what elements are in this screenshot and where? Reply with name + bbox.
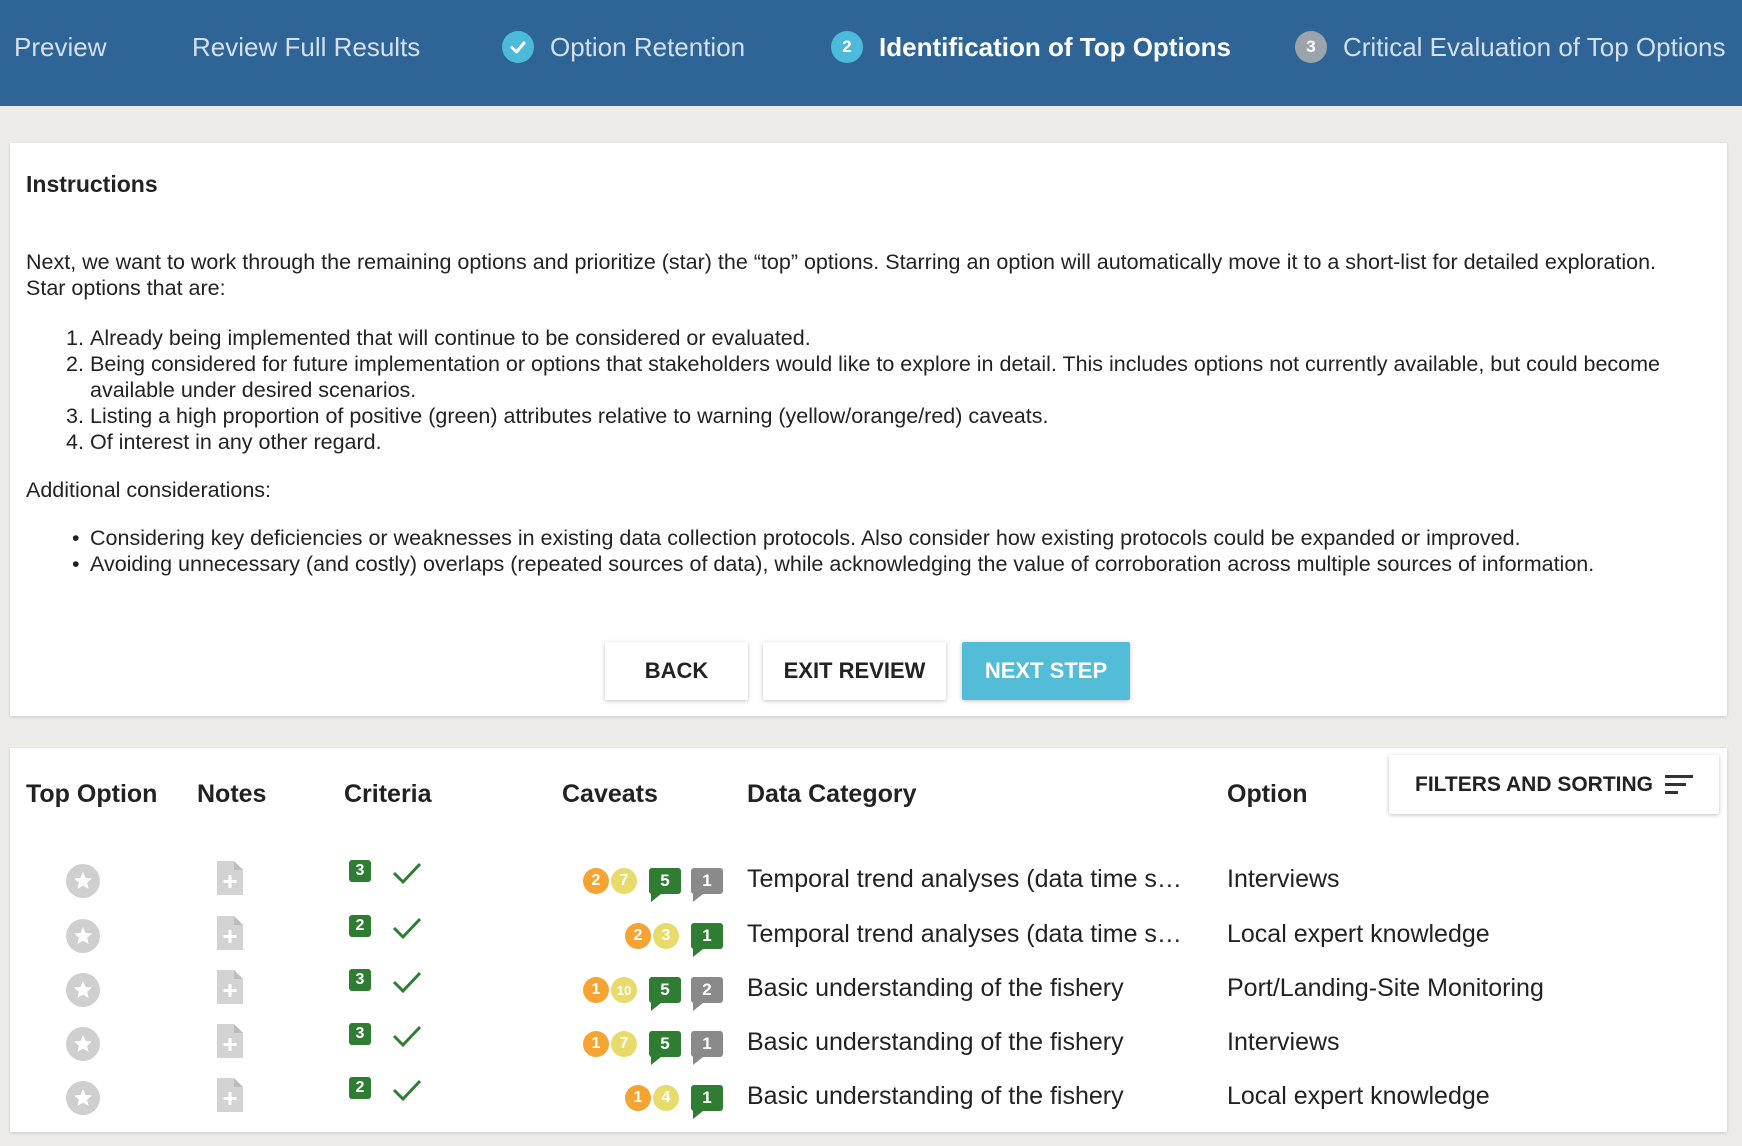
sort-icon bbox=[1665, 775, 1693, 795]
instructions-intro: Next, we want to work through the remain… bbox=[26, 250, 1657, 300]
caveats-group: 2 3 1 bbox=[625, 921, 723, 957]
criteria-count-badge: 3 bbox=[349, 969, 371, 991]
option-cell: Port/Landing-Site Monitoring bbox=[1227, 974, 1544, 1002]
column-header-caveats[interactable]: Caveats bbox=[562, 780, 658, 809]
column-header-data-category[interactable]: Data Category bbox=[747, 780, 917, 809]
star-icon[interactable] bbox=[66, 973, 100, 1007]
list-item: 2. Being considered for future implementa… bbox=[66, 352, 1661, 402]
data-category-cell: Basic understanding of the fishery bbox=[747, 974, 1124, 1002]
option-cell: Local expert knowledge bbox=[1227, 1082, 1490, 1110]
check-icon bbox=[392, 971, 422, 994]
list-item: 4. Of interest in any other regard. bbox=[66, 430, 382, 454]
positive-comment-count: 5 bbox=[649, 868, 681, 902]
caveat-orange-count: 2 bbox=[625, 923, 651, 949]
step-label: Preview bbox=[14, 31, 107, 62]
step-preview[interactable]: Preview bbox=[14, 0, 106, 94]
list-item: • Avoiding unnecessary (and costly) overl… bbox=[72, 552, 1595, 576]
step-label: Critical Evaluation of Top Options bbox=[1343, 31, 1726, 62]
additional-considerations-title: Additional considerations: bbox=[26, 478, 272, 502]
check-icon bbox=[502, 31, 534, 63]
filters-and-sorting-button[interactable]: FILTERS AND SORTING bbox=[1389, 755, 1719, 814]
column-header-notes[interactable]: Notes bbox=[197, 780, 266, 809]
option-cell: Local expert knowledge bbox=[1227, 920, 1490, 948]
column-header-top-option[interactable]: Top Option bbox=[26, 780, 157, 809]
check-icon bbox=[392, 1079, 422, 1102]
data-category-cell: Temporal trend analyses (data time s… bbox=[747, 920, 1182, 948]
positive-comment-count: 5 bbox=[649, 977, 681, 1011]
table-row: 3 1 10 5 2 Basic understanding of the fi… bbox=[10, 964, 1727, 1018]
caveat-orange-count: 1 bbox=[625, 1085, 651, 1111]
table-row: 3 1 7 5 1 Basic understanding of the fis… bbox=[10, 1018, 1727, 1072]
step-option-retention[interactable]: Option Retention bbox=[502, 0, 745, 94]
step-label: Review Full Results bbox=[192, 31, 421, 62]
positive-comment-count: 1 bbox=[691, 923, 723, 957]
list-item: 3. Listing a high proportion of positive … bbox=[66, 404, 1049, 428]
step-identification-of-top-options[interactable]: 2 Identification of Top Options bbox=[831, 0, 1231, 94]
caveat-yellow-count: 7 bbox=[611, 1031, 637, 1057]
step-label: Identification of Top Options bbox=[879, 31, 1231, 62]
neutral-comment-count: 2 bbox=[691, 977, 723, 1011]
list-item: • Considering key deficiencies or weaknes… bbox=[72, 526, 1521, 550]
caveats-group: 1 7 5 1 bbox=[583, 1029, 723, 1065]
caveat-yellow-count: 10 bbox=[611, 977, 637, 1003]
data-category-cell: Temporal trend analyses (data time s… bbox=[747, 865, 1182, 893]
star-icon[interactable] bbox=[66, 1081, 100, 1115]
step-critical-evaluation[interactable]: 3 Critical Evaluation of Top Options bbox=[1295, 0, 1726, 94]
caveat-orange-count: 1 bbox=[583, 977, 609, 1003]
criteria-count-badge: 2 bbox=[349, 915, 371, 937]
add-note-icon[interactable] bbox=[217, 916, 243, 950]
next-step-button[interactable]: NEXT STEP bbox=[962, 642, 1130, 700]
table-row: 3 2 7 5 1 Temporal trend analyses (data … bbox=[10, 855, 1727, 909]
criteria-count-badge: 2 bbox=[349, 1077, 371, 1099]
table-row: 2 1 4 1 Basic understanding of the fishe… bbox=[10, 1072, 1727, 1126]
caveats-group: 2 7 5 1 bbox=[583, 866, 723, 902]
star-icon[interactable] bbox=[66, 864, 100, 898]
instructions-numbered-list: 1. Already being implemented that will co… bbox=[26, 325, 1686, 455]
check-icon bbox=[392, 1025, 422, 1048]
step-label: Option Retention bbox=[550, 31, 746, 62]
caveat-yellow-count: 4 bbox=[653, 1085, 679, 1111]
additional-considerations-list: • Considering key deficiencies or weaknes… bbox=[26, 525, 1706, 577]
option-cell: Interviews bbox=[1227, 1028, 1340, 1056]
data-category-cell: Basic understanding of the fishery bbox=[747, 1082, 1124, 1110]
add-note-icon[interactable] bbox=[217, 861, 243, 895]
step-review-full-results[interactable]: Review Full Results bbox=[192, 0, 420, 94]
step-number-badge: 3 bbox=[1295, 31, 1327, 63]
star-icon[interactable] bbox=[66, 919, 100, 953]
neutral-comment-count: 1 bbox=[691, 1031, 723, 1065]
exit-review-button[interactable]: EXIT REVIEW bbox=[763, 642, 946, 700]
instructions-title: Instructions bbox=[26, 171, 158, 197]
add-note-icon[interactable] bbox=[217, 1078, 243, 1112]
filters-label: FILTERS AND SORTING bbox=[1415, 772, 1653, 796]
check-icon bbox=[392, 917, 422, 940]
caveat-orange-count: 2 bbox=[583, 868, 609, 894]
add-note-icon[interactable] bbox=[217, 970, 243, 1004]
table-row: 2 2 3 1 Temporal trend analyses (data ti… bbox=[10, 910, 1727, 964]
back-button[interactable]: BACK bbox=[605, 642, 748, 700]
caveat-yellow-count: 3 bbox=[653, 923, 679, 949]
list-item: 1. Already being implemented that will co… bbox=[66, 326, 811, 350]
criteria-count-badge: 3 bbox=[349, 860, 371, 882]
add-note-icon[interactable] bbox=[217, 1024, 243, 1058]
step-number-badge: 2 bbox=[831, 31, 863, 63]
caveat-orange-count: 1 bbox=[583, 1031, 609, 1057]
positive-comment-count: 1 bbox=[691, 1085, 723, 1119]
caveats-group: 1 4 1 bbox=[625, 1083, 723, 1119]
positive-comment-count: 5 bbox=[649, 1031, 681, 1065]
criteria-count-badge: 3 bbox=[349, 1023, 371, 1045]
column-header-option[interactable]: Option bbox=[1227, 780, 1308, 809]
caveat-yellow-count: 7 bbox=[611, 868, 637, 894]
star-icon[interactable] bbox=[66, 1027, 100, 1061]
caveats-group: 1 10 5 2 bbox=[583, 975, 723, 1011]
option-cell: Interviews bbox=[1227, 865, 1340, 893]
column-header-criteria[interactable]: Criteria bbox=[344, 780, 432, 809]
neutral-comment-count: 1 bbox=[691, 868, 723, 902]
data-category-cell: Basic understanding of the fishery bbox=[747, 1028, 1124, 1056]
check-icon bbox=[392, 862, 422, 885]
step-navigation-bar: Preview Review Full Results Option Reten… bbox=[0, 0, 1742, 106]
